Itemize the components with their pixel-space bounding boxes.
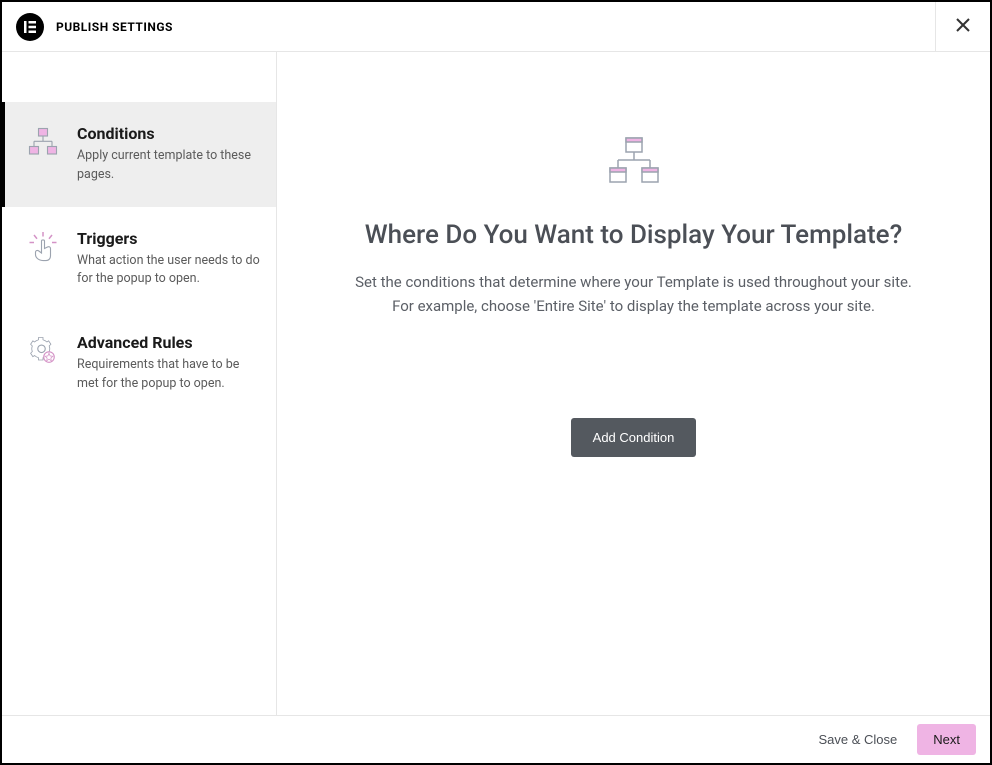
dialog-footer: Save & Close Next	[2, 715, 990, 763]
elementor-logo-icon	[23, 20, 37, 34]
sidebar: Conditions Apply current template to the…	[2, 52, 277, 715]
sidebar-item-conditions[interactable]: Conditions Apply current template to the…	[2, 102, 276, 207]
sidebar-text: Triggers What action the user needs to d…	[77, 229, 260, 290]
sitemap-icon	[606, 136, 662, 186]
main-heading: Where Do You Want to Display Your Templa…	[365, 220, 902, 250]
sidebar-item-triggers[interactable]: Triggers What action the user needs to d…	[2, 207, 276, 312]
sidebar-item-title: Advanced Rules	[77, 333, 260, 352]
sidebar-item-desc: Apply current template to these pages.	[77, 147, 260, 185]
main-panel: Where Do You Want to Display Your Templa…	[277, 52, 990, 715]
dialog-header: PUBLISH SETTINGS	[2, 2, 990, 52]
sidebar-text: Conditions Apply current template to the…	[77, 124, 260, 185]
elementor-logo	[16, 13, 44, 41]
conditions-icon	[25, 124, 61, 185]
dialog-body: Conditions Apply current template to the…	[2, 52, 990, 715]
next-button[interactable]: Next	[917, 724, 976, 755]
close-icon	[954, 16, 972, 34]
sidebar-text: Advanced Rules Requirements that have to…	[77, 333, 260, 394]
sidebar-item-desc: Requirements that have to be met for the…	[77, 356, 260, 394]
add-condition-button[interactable]: Add Condition	[571, 418, 697, 457]
close-wrap	[935, 2, 976, 51]
advanced-rules-icon	[25, 333, 61, 394]
sidebar-item-title: Triggers	[77, 229, 260, 248]
main-body-line1: Set the conditions that determine where …	[355, 273, 912, 291]
sidebar-item-title: Conditions	[77, 124, 260, 143]
sidebar-item-advanced-rules[interactable]: Advanced Rules Requirements that have to…	[2, 311, 276, 416]
dialog-title: PUBLISH SETTINGS	[56, 20, 173, 34]
sidebar-item-desc: What action the user needs to do for the…	[77, 252, 260, 290]
triggers-icon	[25, 229, 61, 290]
save-close-button[interactable]: Save & Close	[819, 732, 898, 747]
main-body-line2: For example, choose 'Entire Site' to dis…	[392, 297, 875, 315]
main-description: Set the conditions that determine where …	[355, 270, 912, 318]
close-button[interactable]	[950, 12, 976, 41]
main-hero-icon	[606, 136, 662, 190]
header-left: PUBLISH SETTINGS	[16, 13, 173, 41]
